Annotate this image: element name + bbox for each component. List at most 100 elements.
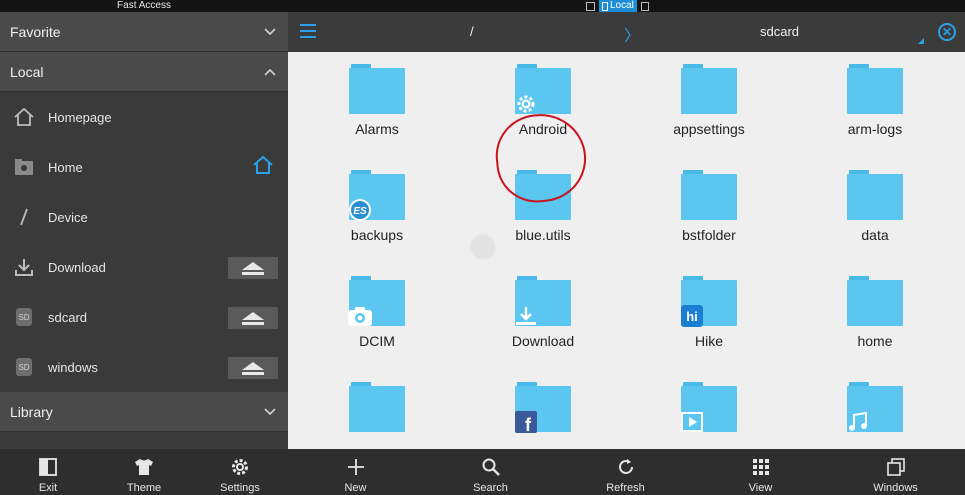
app-root: Fast Access Local Favorite Local Homepag… <box>0 0 965 495</box>
file-name: appsettings <box>673 121 745 137</box>
download-icon <box>12 255 36 279</box>
file-name: blue.utils <box>515 227 571 243</box>
eject-icon <box>242 262 264 275</box>
toolbar-label: Theme <box>126 482 162 494</box>
fast-access-title: Fast Access <box>117 0 171 11</box>
search-icon <box>482 456 500 478</box>
camera-icon <box>347 304 373 328</box>
file-tile[interactable]: ES backups <box>294 170 460 276</box>
windows-icon <box>886 456 905 478</box>
sidebar-item-download[interactable]: Download <box>0 242 288 292</box>
folder-icon: hi <box>679 276 737 328</box>
file-name: DCIM <box>359 333 395 349</box>
svg-text:ES: ES <box>353 206 367 217</box>
toolbar-label: Search <box>473 482 508 494</box>
status-bar: Fast Access Local <box>0 0 965 12</box>
sidebar-item-homepage[interactable]: Homepage <box>0 92 288 142</box>
grid-icon <box>752 456 769 478</box>
toolbar-label: Refresh <box>606 482 645 494</box>
section-favorite[interactable]: Favorite <box>0 12 288 52</box>
file-tile[interactable]: Download <box>460 276 626 382</box>
file-name: backups <box>350 227 404 243</box>
sidebar-toolbar: Exit Theme Settings <box>0 449 288 495</box>
sidebar: Favorite Local Homepage Home Device Down… <box>0 12 288 449</box>
gear-icon <box>230 456 250 478</box>
file-name: bstfolder <box>682 227 736 243</box>
file-tile[interactable]: home <box>792 276 958 382</box>
gear-icon <box>513 92 539 116</box>
section-local[interactable]: Local <box>0 52 288 92</box>
chevron-down-icon <box>264 407 276 415</box>
music-note-icon <box>845 410 871 434</box>
eject-button[interactable] <box>228 257 278 279</box>
folder-icon <box>681 64 737 114</box>
status-indicators: Local <box>586 0 649 12</box>
svg-text:hi: hi <box>686 309 698 324</box>
file-tile[interactable] <box>792 382 958 449</box>
video-icon <box>679 410 705 434</box>
view-button[interactable]: View <box>693 449 828 495</box>
file-tile[interactable]: data <box>792 170 958 276</box>
sidebar-item-sdcard[interactable]: SD sdcard <box>0 292 288 342</box>
folder-icon <box>515 64 571 114</box>
main-toolbar: New Search Refresh View Windows <box>288 449 965 495</box>
file-tile[interactable] <box>626 382 792 449</box>
status-local-badge[interactable]: Local <box>599 0 637 12</box>
toolbar-label: Exit <box>38 482 58 494</box>
folder-icon: f <box>515 382 571 434</box>
sd-card-icon: SD <box>12 355 36 379</box>
exit-button[interactable]: Exit <box>0 449 96 495</box>
eject-button[interactable] <box>228 357 278 379</box>
hike-logo-icon: hi <box>679 304 705 328</box>
folder-icon <box>681 382 737 432</box>
search-button[interactable]: Search <box>423 449 558 495</box>
path-root[interactable]: / <box>470 24 474 39</box>
sd-badge: SD <box>16 358 32 376</box>
exit-icon <box>39 456 57 478</box>
file-name: Download <box>511 333 575 349</box>
file-tile[interactable]: appsettings <box>626 64 792 170</box>
tshirt-icon <box>134 456 154 478</box>
section-library[interactable]: Library <box>0 392 288 432</box>
sd-card-icon: SD <box>12 305 36 329</box>
file-tile[interactable]: hi Hike <box>626 276 792 382</box>
eject-button[interactable] <box>228 307 278 329</box>
menu-icon[interactable] <box>300 24 316 38</box>
file-tile[interactable]: f <box>460 382 626 449</box>
path-separator-icon: 〉 <box>624 28 641 45</box>
file-tile[interactable]: DCIM <box>294 276 460 382</box>
file-name: Alarms <box>355 121 399 137</box>
file-name: data <box>861 227 889 243</box>
eject-icon <box>242 362 264 375</box>
file-tile[interactable]: Alarms <box>294 64 460 170</box>
current-path[interactable]: sdcard <box>760 24 799 39</box>
close-icon[interactable]: ✕ <box>938 23 956 41</box>
folder-icon <box>349 64 405 114</box>
refresh-icon <box>617 456 635 478</box>
file-tile[interactable]: bstfolder <box>626 170 792 276</box>
path-bar: / 〉 sdcard ✕ <box>288 12 965 52</box>
svg-text:f: f <box>525 415 532 434</box>
toolbar-label: New <box>344 482 367 494</box>
loading-spinner <box>472 236 494 258</box>
sidebar-item-device[interactable]: Device <box>0 192 288 242</box>
theme-button[interactable]: Theme <box>96 449 192 495</box>
status-lock-icon <box>640 1 649 11</box>
home-icon[interactable] <box>252 155 274 178</box>
section-favorite-label: Favorite <box>10 23 61 40</box>
new-button[interactable]: New <box>288 449 423 495</box>
settings-button[interactable]: Settings <box>192 449 288 495</box>
sd-badge: SD <box>16 308 32 326</box>
windows-button[interactable]: Windows <box>828 449 963 495</box>
folder-icon <box>847 276 903 326</box>
folder-icon <box>681 170 737 220</box>
file-tile[interactable]: arm-logs <box>792 64 958 170</box>
toolbar-label: View <box>748 482 773 494</box>
house-outline-icon <box>12 105 36 129</box>
es-logo-icon: ES <box>347 198 373 222</box>
sidebar-item-home[interactable]: Home <box>0 142 288 192</box>
file-tile[interactable] <box>294 382 460 449</box>
sidebar-item-windows[interactable]: SD windows <box>0 342 288 392</box>
refresh-button[interactable]: Refresh <box>558 449 693 495</box>
folder-icon <box>349 382 405 432</box>
